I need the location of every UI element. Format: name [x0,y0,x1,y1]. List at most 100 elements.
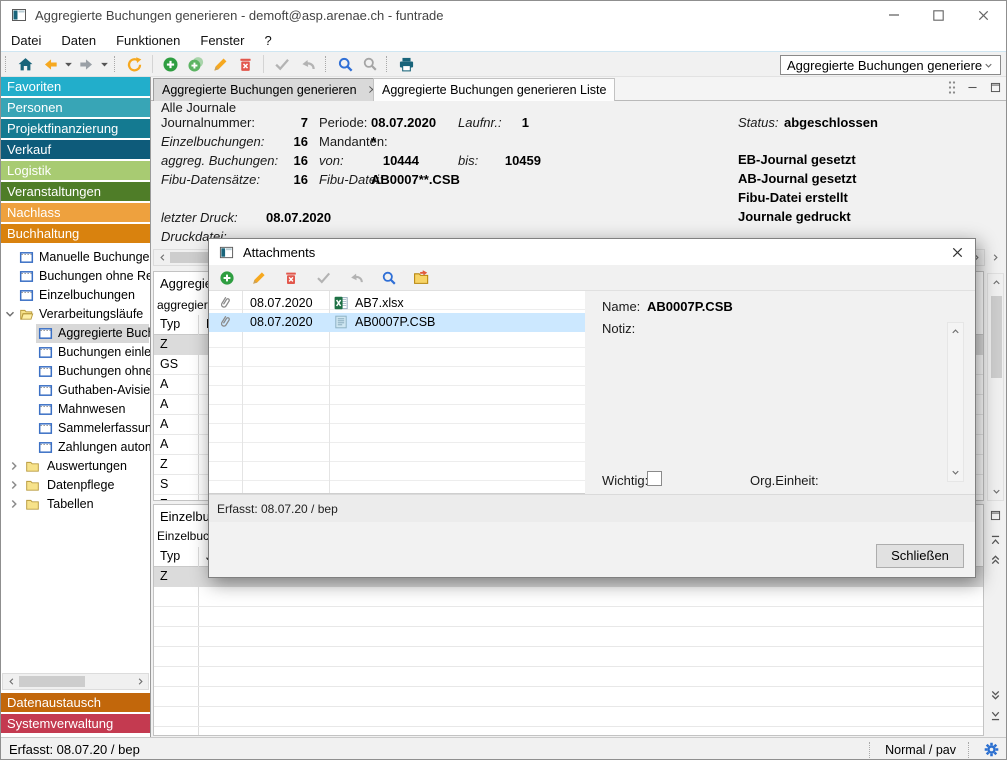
page-down-icon[interactable] [987,687,1004,704]
back-button[interactable] [38,53,63,75]
flag-fibu-datei: Fibu-Datei erstellt [738,190,848,205]
menu-funktionen[interactable]: Funktionen [106,33,190,48]
tab-options-icon[interactable] [948,80,956,95]
attachment-row-selected[interactable]: 08.07.2020 AB0007P.CSB [209,313,585,332]
scroll-down-icon[interactable] [988,483,1005,500]
dialog-footer: Schließen [209,522,975,577]
sidebar-horizontal-scrollbar[interactable] [2,673,149,690]
search-secondary-button[interactable] [358,53,382,75]
column-typ: Typ [160,549,180,563]
dialog-close-icon[interactable] [945,242,969,262]
chevron-down-icon[interactable] [3,307,17,321]
toolbar-separator [325,56,329,72]
panel-minimize-icon[interactable] [966,81,979,94]
sidebar-item-projektfinanzierung[interactable]: Projektfinanzierung [1,119,150,139]
scroll-left-icon[interactable] [3,674,19,689]
delete-button[interactable] [233,53,258,75]
excel-file-icon [333,295,349,311]
schliessen-button[interactable]: Schließen [876,544,964,568]
wichtig-checkbox[interactable] [647,471,662,486]
confirm-button[interactable] [269,53,295,75]
notiz-scrollbar[interactable] [947,322,964,482]
aggreg-buchungen-value: 16 [241,153,308,168]
vertical-scrollbar[interactable] [987,273,1004,501]
sidebar-item-nachlass[interactable]: Nachlass [1,203,150,223]
sidebar-item-systemverwaltung[interactable]: Systemverwaltung [1,714,150,734]
duplicate-button[interactable] [183,53,208,75]
edit-attachment-button[interactable] [247,267,271,289]
toolbar-separator [114,56,118,72]
scroll-down-icon[interactable] [947,464,964,481]
delete-attachment-button[interactable] [279,267,303,289]
confirm-button[interactable] [311,267,336,289]
menu-daten[interactable]: Daten [51,33,106,48]
chevron-right-icon[interactable] [7,478,21,492]
menu-help[interactable]: ? [254,33,281,48]
close-icon[interactable] [961,1,1006,29]
sidebar-item-logistik[interactable]: Logistik [1,161,150,181]
chevron-right-icon[interactable] [7,459,21,473]
sidebar-item-favoriten[interactable]: Favoriten [1,77,150,97]
search-button[interactable] [333,53,358,75]
status-value: abgeschlossen [784,115,878,130]
maximize-icon[interactable] [916,1,961,29]
attachment-row[interactable]: 08.07.2020 AB7.xlsx [209,294,585,313]
scroll-up-icon[interactable] [947,323,964,340]
menu-datei[interactable]: Datei [1,33,51,48]
text-file-icon [333,314,349,330]
periode-value: 08.07.2020 [371,115,436,130]
minimize-icon[interactable] [871,1,916,29]
journalnummer-value: 7 [241,115,308,130]
buchhaltung-tree: Manuelle Buchungen Buchungen ohne Refe E… [1,245,150,671]
context-selector-value: Aggregierte Buchungen generieren [787,58,983,73]
undo-button[interactable] [295,53,321,75]
context-selector[interactable]: Aggregierte Buchungen generieren [780,55,1001,75]
page-up-icon[interactable] [987,551,1004,568]
toolbar-separator [263,55,264,73]
scroll-right-icon[interactable] [132,674,148,689]
name-value: AB0007P.CSB [647,299,733,314]
add-attachment-button[interactable] [215,267,239,289]
scroll-right-icon[interactable] [987,249,1004,266]
status-erfasst: Erfasst: 08.07.20 / bep [9,742,140,757]
search-button[interactable] [377,267,401,289]
sidebar-item-verkauf[interactable]: Verkauf [1,140,150,160]
name-label: Name: [602,299,640,314]
flag-ab-journal: AB-Journal gesetzt [738,171,856,186]
scroll-left-icon[interactable] [154,250,170,265]
fibu-datensaetze-value: 16 [241,172,308,187]
panel-maximize-icon[interactable] [989,81,1002,94]
refresh-button[interactable] [122,53,147,75]
add-button[interactable] [158,53,183,75]
scroll-up-icon[interactable] [988,274,1005,291]
settings-gear-icon[interactable] [983,741,1000,758]
sidebar-item-veranstaltungen[interactable]: Veranstaltungen [1,182,150,202]
wichtig-label: Wichtig: [602,473,648,488]
chevron-right-icon[interactable] [7,497,21,511]
panel-maximize-icon[interactable] [987,507,1004,524]
menu-fenster[interactable]: Fenster [190,33,254,48]
tab-aggregierte-buchungen-generieren[interactable]: Aggregierte Buchungen generieren [153,78,387,101]
tab-aggregierte-buchungen-generieren-liste[interactable]: Aggregierte Buchungen generieren Liste [373,78,615,101]
undo-button[interactable] [344,267,369,289]
open-folder-button[interactable] [409,267,434,289]
scroll-to-top-icon[interactable] [987,532,1004,549]
form-icon [38,402,53,417]
scrollbar-thumb[interactable] [19,676,85,687]
edit-button[interactable] [208,53,233,75]
column-typ: Typ [160,317,180,331]
back-dropdown-icon[interactable] [63,53,74,75]
mandanten-value: * [371,134,376,149]
scroll-to-bottom-icon[interactable] [987,707,1004,724]
sidebar-item-personen[interactable]: Personen [1,98,150,118]
forward-dropdown-icon[interactable] [99,53,110,75]
print-button[interactable] [394,53,419,75]
scrollbar-thumb[interactable] [991,296,1002,378]
folder-icon [25,497,40,512]
von-value: 10444 [351,153,419,168]
sidebar-item-datenaustausch[interactable]: Datenaustausch [1,693,150,713]
home-button[interactable] [13,53,38,75]
form-icon [38,345,53,360]
forward-button[interactable] [74,53,99,75]
sidebar-item-buchhaltung[interactable]: Buchhaltung [1,224,150,244]
